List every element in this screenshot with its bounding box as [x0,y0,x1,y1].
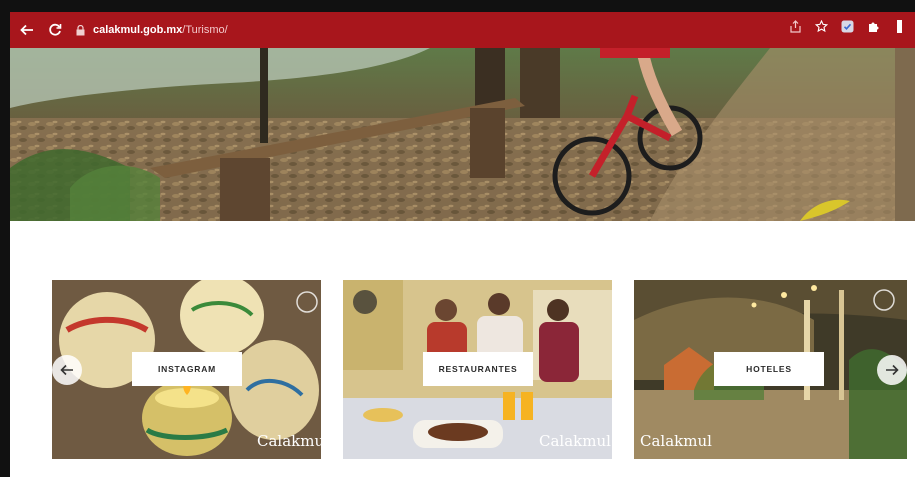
url-path: /Turismo/ [182,24,228,36]
arrow-left-icon[interactable] [52,355,82,385]
arrow-right-icon[interactable] [877,355,907,385]
browser-toolbar: calakmul.gob.mx/Turismo/ [10,12,915,48]
menu-icon[interactable] [891,18,907,34]
cards-carousel: INSTAGRAM Calakmu RESTAURANTES Calakmul … [52,280,907,460]
back-icon[interactable] [16,19,38,41]
calakmul-logo: Calakmul [640,432,712,450]
card-restaurantes[interactable]: RESTAURANTES Calakmul [343,280,612,459]
share-icon[interactable] [787,18,803,34]
card-label[interactable]: RESTAURANTES [423,352,533,386]
card-instagram[interactable]: INSTAGRAM Calakmu [52,280,321,459]
star-icon[interactable] [813,18,829,34]
card-label[interactable]: HOTELES [714,352,824,386]
extension-check-icon[interactable] [839,18,855,34]
calakmul-logo: Calakmu [257,432,321,450]
card-label[interactable]: INSTAGRAM [132,352,242,386]
reload-icon[interactable] [44,19,66,41]
hero-image [10,48,915,221]
lock-icon [76,24,86,36]
calakmul-logo: Calakmul [539,432,611,450]
url-host: calakmul.gob.mx [93,24,183,36]
puzzle-icon[interactable] [865,18,881,34]
address-bar[interactable]: calakmul.gob.mx/Turismo/ [76,19,228,41]
card-hoteles[interactable]: HOTELES Calakmul [634,280,907,459]
